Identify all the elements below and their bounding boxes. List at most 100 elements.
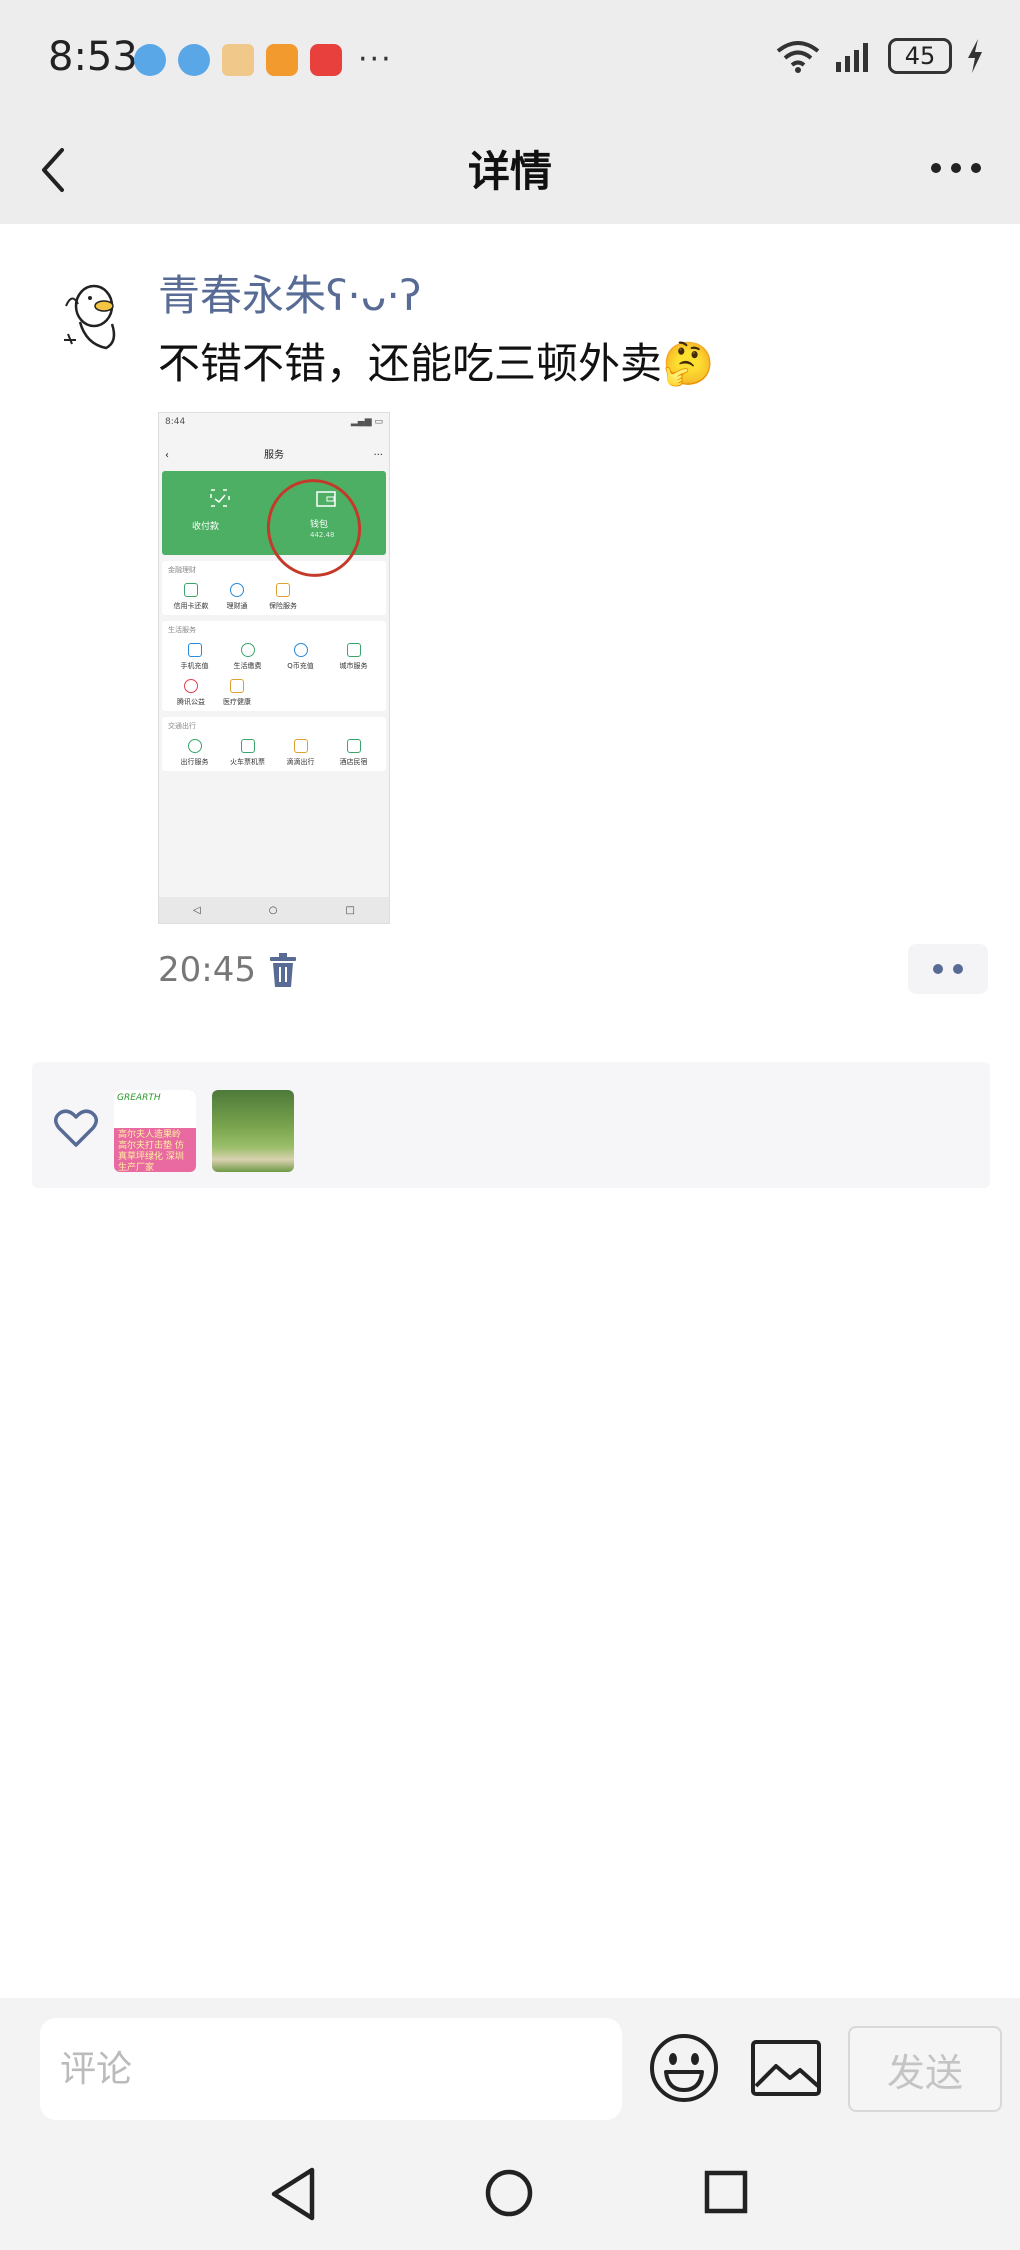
image-service-label: 腾讯公益 xyxy=(177,698,205,706)
likes-section: GREARTH 高尔夫人造果岭 高尔夫打击垫 仿真草坪绿化 深圳生产厂家 xyxy=(32,1062,990,1188)
post-image[interactable]: 8:44 ▂▄▆ ▭ ‹ 服务 ··· 收付款 钱包 442.48 金融理财 信… xyxy=(158,412,390,924)
user-avatar[interactable] xyxy=(46,272,132,358)
post-text: 不错不错，还能吃三顿外卖🤔 xyxy=(158,339,715,388)
notification-icons: ··· xyxy=(134,42,393,77)
insurance-icon xyxy=(276,583,290,597)
image-service-item: 保险服务 xyxy=(260,583,306,611)
image-service-item: Q币充值 xyxy=(278,643,324,671)
image-section-row: 信用卡还款 理财通 保险服务 xyxy=(168,583,380,611)
image-service-item: 腾讯公益 xyxy=(168,679,214,707)
battery-icon: 45 xyxy=(888,38,952,74)
image-section-travel: 交通出行 出行服务 火车票机票 滴滴出行 酒店民宿 xyxy=(162,717,386,771)
image-service-label: 城市服务 xyxy=(339,662,368,670)
image-service-label: 生活缴费 xyxy=(233,662,262,670)
image-service-label: 火车票机票 xyxy=(230,758,265,766)
didi-icon xyxy=(293,739,308,753)
liker-ad-text: 高尔夫人造果岭 高尔夫打击垫 仿真草坪绿化 深圳生产厂家 xyxy=(118,1130,184,1172)
image-back-icon: ‹ xyxy=(165,450,169,461)
status-right: 45 xyxy=(776,38,984,74)
dot-icon xyxy=(953,964,963,974)
city-service-icon xyxy=(346,643,361,657)
image-service-label: Q币充值 xyxy=(287,662,314,670)
post-time: 20:45 xyxy=(158,950,256,990)
image-service-item: 酒店民宿 xyxy=(331,739,377,767)
dot-icon xyxy=(933,964,943,974)
nav-back-icon[interactable] xyxy=(268,2166,318,2222)
image-scan-icon xyxy=(210,489,230,507)
image-service-label: 信用卡还款 xyxy=(173,602,209,610)
image-service-item: 信用卡还款 xyxy=(168,583,214,611)
image-section-title: 生活服务 xyxy=(168,626,196,634)
page-title: 详情 xyxy=(467,147,552,196)
image-nav-back-icon: ◁ xyxy=(193,904,201,916)
image-service-item: 城市服务 xyxy=(331,643,377,671)
charging-icon xyxy=(968,39,982,73)
medical-icon xyxy=(230,679,244,693)
liker-avatar[interactable]: GREARTH 高尔夫人造果岭 高尔夫打击垫 仿真草坪绿化 深圳生产厂家 xyxy=(114,1090,196,1172)
image-section-finance: 金融理财 信用卡还款 理财通 保险服务 xyxy=(162,561,386,615)
image-status-time: 8:44 xyxy=(165,417,186,427)
image-service-label: 保险服务 xyxy=(269,602,297,610)
image-section-row: 手机充值 生活缴费 Q币充值 城市服务 xyxy=(168,643,380,671)
image-service-item: 手机充值 xyxy=(172,643,218,671)
image-service-item: 生活缴费 xyxy=(225,643,271,671)
image-header: ‹ 服务 ··· xyxy=(159,443,389,469)
delete-icon[interactable] xyxy=(268,952,298,988)
liker-avatar[interactable] xyxy=(212,1090,294,1172)
image-service-item: 医疗健康 xyxy=(214,679,260,707)
image-nav-bar: ◁ ○ □ xyxy=(159,897,389,923)
comment-like-button[interactable] xyxy=(908,944,988,994)
liker-brand: GREARTH xyxy=(114,1090,196,1128)
train-icon xyxy=(240,739,255,753)
image-service-item: 出行服务 xyxy=(172,739,218,767)
image-section-row: 出行服务 火车票机票 滴滴出行 酒店民宿 xyxy=(168,739,380,767)
wifi-icon xyxy=(776,41,820,73)
image-section-title: 金融理财 xyxy=(168,566,196,574)
image-service-label: 出行服务 xyxy=(180,758,209,766)
image-service-label: 酒店民宿 xyxy=(339,758,368,766)
more-options-icon[interactable] xyxy=(928,148,984,188)
image-section-life: 生活服务 手机充值 生活缴费 Q币充值 城市服务 腾讯公益 医疗健康 xyxy=(162,621,386,711)
browser-icon xyxy=(178,43,210,76)
qcoin-icon xyxy=(293,643,308,657)
nav-home-icon[interactable] xyxy=(484,2168,534,2218)
image-picker-icon[interactable] xyxy=(750,2038,822,2098)
status-bar: 8:53 ··· 45 xyxy=(0,0,1020,118)
send-button[interactable]: 发送 xyxy=(848,2026,1002,2112)
status-time: 8:53 xyxy=(48,34,138,80)
image-service-item: 火车票机票 xyxy=(225,739,271,767)
travel-icon xyxy=(187,739,202,753)
image-pay-label: 收付款 xyxy=(192,522,220,532)
post-author-name[interactable]: 青春永朱ʕ·ᴗ·ʔ xyxy=(158,262,421,323)
heart-icon xyxy=(54,1109,98,1147)
wealth-icon xyxy=(230,583,244,597)
image-service-label: 理财通 xyxy=(226,602,248,610)
charity-icon xyxy=(184,679,198,693)
phone-topup-icon xyxy=(187,643,202,657)
image-section-title: 交通出行 xyxy=(168,722,196,730)
image-nav-recent-icon: □ xyxy=(345,904,355,916)
video-app-icon xyxy=(266,43,298,76)
image-nav-home-icon: ○ xyxy=(268,904,278,916)
image-section-row: 腾讯公益 医疗健康 xyxy=(168,679,380,707)
image-service-label: 滴滴出行 xyxy=(286,758,315,766)
utility-icon xyxy=(240,643,255,657)
image-title: 服务 xyxy=(264,450,284,461)
image-status-bar: 8:44 ▂▄▆ ▭ xyxy=(159,413,389,443)
hotel-icon xyxy=(346,739,361,753)
image-service-label: 手机充值 xyxy=(180,662,209,670)
reader-app-icon xyxy=(310,43,342,76)
browser-icon xyxy=(134,43,166,76)
comment-input[interactable] xyxy=(40,2018,622,2120)
avatar-app-icon xyxy=(222,43,254,76)
nav-recent-apps-icon[interactable] xyxy=(704,2170,748,2214)
image-more-icon: ··· xyxy=(373,450,383,461)
image-service-item: 滴滴出行 xyxy=(278,739,324,767)
bottom-bar: 发送 xyxy=(0,1998,1020,2250)
more-notifications-icon: ··· xyxy=(358,42,393,77)
image-status-icons: ▂▄▆ ▭ xyxy=(350,417,383,427)
header: 详情 xyxy=(0,118,1020,224)
emoji-icon[interactable] xyxy=(648,2032,720,2104)
image-service-label: 医疗健康 xyxy=(223,698,251,706)
signal-icon xyxy=(836,43,868,72)
